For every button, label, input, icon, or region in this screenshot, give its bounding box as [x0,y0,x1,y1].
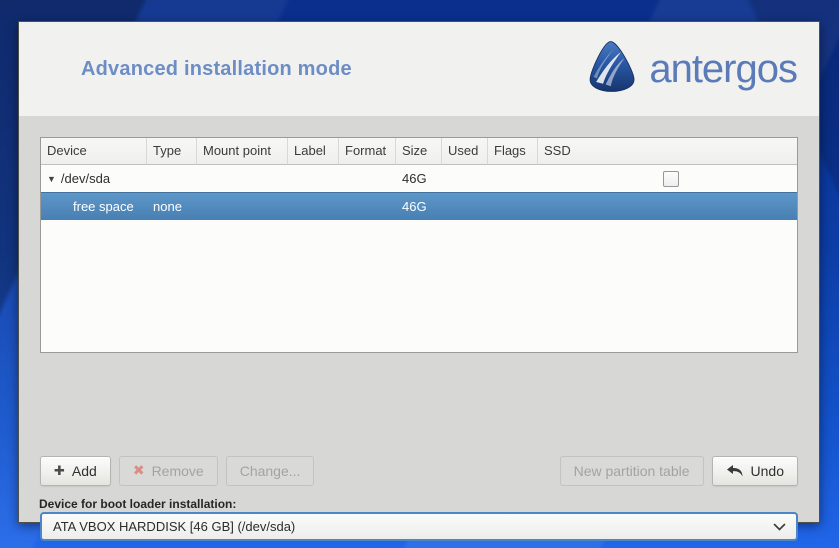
size-cell: 46G [402,199,427,214]
partition-table: Device Type Mount point Label Format Siz… [40,137,798,353]
column-header-device[interactable]: Device [41,138,147,165]
ssd-cell [538,170,797,187]
antergos-logo: antergos [585,39,798,99]
antergos-logo-icon [585,39,640,99]
desktop-background: Advanced installation mode antergos Devi… [0,0,839,548]
change-button[interactable]: Change... [225,456,315,486]
column-header-ssd[interactable]: SSD [538,138,797,165]
table-empty-area [41,220,797,352]
column-header-label[interactable]: Label [288,138,339,165]
table-row-dev-sda[interactable]: ▼/dev/sda 46G [41,165,797,192]
undo-button[interactable]: Undo [711,456,798,486]
plus-icon: ✚ [54,463,65,479]
page-title: Advanced installation mode [81,57,352,80]
column-header-size[interactable]: Size [396,138,442,165]
column-header-used[interactable]: Used [442,138,488,165]
column-header-type[interactable]: Type [147,138,197,165]
ssd-checkbox[interactable] [662,170,679,187]
new-partition-table-button[interactable]: New partition table [559,456,704,486]
table-row-free-space[interactable]: free space none 46G [41,192,797,220]
chevron-down-icon [773,523,786,531]
window-header: Advanced installation mode antergos [19,22,819,116]
size-cell: 46G [402,171,427,186]
boot-device-selected-value: ATA VBOX HARDDISK [46 GB] (/dev/sda) [53,519,296,534]
device-cell: ▼/dev/sda [47,171,111,186]
add-button[interactable]: ✚ Add [40,456,111,486]
remove-x-icon: ✖ [132,463,145,479]
content-area: Device Type Mount point Label Format Siz… [19,116,819,541]
undo-arrow-icon [726,465,744,477]
device-cell: free space [73,199,134,214]
column-header-mount-point[interactable]: Mount point [197,138,288,165]
partition-table-header: Device Type Mount point Label Format Siz… [41,138,797,165]
column-header-format[interactable]: Format [339,138,396,165]
type-cell: none [153,199,182,214]
expander-icon[interactable]: ▼ [47,174,56,184]
partition-actions-right: New partition table Undo [559,456,798,486]
antergos-logo-text: antergos [649,46,798,91]
boot-loader-label: Device for boot loader installation: [39,497,237,511]
installer-window: Advanced installation mode antergos Devi… [18,21,820,541]
partition-actions-left: ✚ Add ✖ Remove Change... [40,456,315,486]
boot-device-select[interactable]: ATA VBOX HARDDISK [46 GB] (/dev/sda) [40,512,798,541]
remove-button[interactable]: ✖ Remove [118,456,218,486]
column-header-flags[interactable]: Flags [488,138,538,165]
